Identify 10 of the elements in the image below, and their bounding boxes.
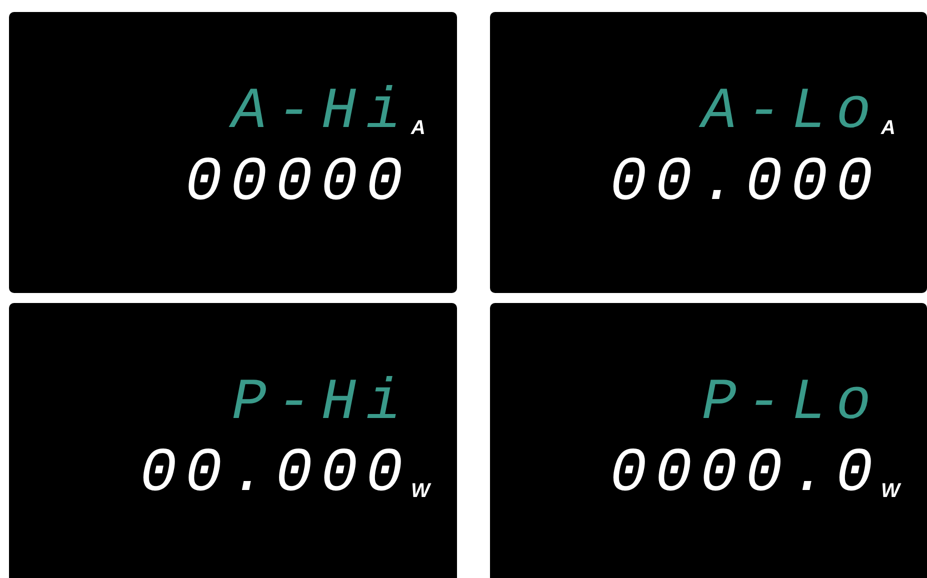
mode-label: P-Lo	[702, 375, 881, 433]
unit-label: W	[411, 481, 430, 501]
reading-value: 00.000	[140, 443, 411, 505]
reading-value: 0000.0	[610, 443, 881, 505]
unit-label: W	[881, 481, 900, 501]
unit-label: A	[881, 118, 896, 138]
reading-value: 00.000	[610, 152, 881, 214]
unit-label: A	[411, 118, 426, 138]
mode-label: P-Hi	[232, 375, 411, 433]
reading-value: 00000	[184, 152, 411, 214]
